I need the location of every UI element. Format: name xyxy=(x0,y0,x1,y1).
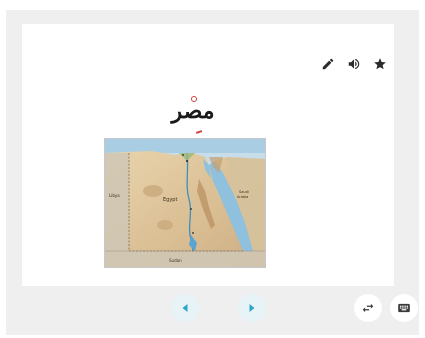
previous-button[interactable] xyxy=(171,294,199,322)
flashcard-frame: مصر Egypt Libya Sudan Saudi Arabia xyxy=(6,10,419,335)
swap-arrows-icon xyxy=(362,303,374,313)
map-illustration: Egypt Libya Sudan Saudi Arabia xyxy=(105,139,265,267)
pencil-icon xyxy=(322,58,334,70)
sukun-mark xyxy=(191,96,197,102)
kasra-mark xyxy=(195,130,203,134)
egypt-map-image: Egypt Libya Sudan Saudi Arabia xyxy=(104,138,266,268)
card-toolbar xyxy=(318,54,390,74)
triangle-left-icon xyxy=(182,304,188,312)
flashcard: مصر Egypt Libya Sudan Saudi Arabia xyxy=(22,24,394,286)
speaker-icon xyxy=(348,58,360,70)
audio-button[interactable] xyxy=(344,54,364,74)
map-label-arabia: Arabia xyxy=(237,195,248,199)
triangle-right-icon xyxy=(249,304,255,312)
favorite-button[interactable] xyxy=(370,54,390,74)
map-label-sudan: Sudan xyxy=(169,258,182,263)
map-label-saudi: Saudi xyxy=(239,190,249,194)
keyboard-icon xyxy=(398,303,410,313)
next-button[interactable] xyxy=(238,294,266,322)
map-label-libya: Libya xyxy=(109,193,120,198)
edit-button[interactable] xyxy=(318,54,338,74)
star-icon xyxy=(374,58,386,70)
keyboard-button[interactable] xyxy=(390,294,418,322)
arabic-word: مصر xyxy=(163,94,223,134)
map-label-egypt: Egypt xyxy=(163,197,177,203)
swap-button[interactable] xyxy=(354,294,382,322)
